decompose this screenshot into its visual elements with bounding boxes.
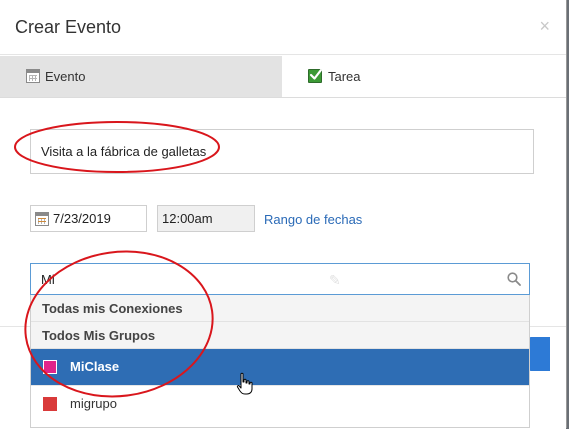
event-type-tabs: Evento Tarea	[0, 56, 566, 98]
dropdown-item-migrupo[interactable]: migrupo	[31, 385, 529, 421]
audience-search-input[interactable]	[31, 264, 501, 294]
tab-tarea[interactable]: Tarea	[282, 56, 566, 97]
audience-search-box[interactable]: ✎	[30, 263, 530, 295]
dropdown-item-label: migrupo	[70, 396, 117, 411]
create-event-dialog: Crear Evento × Evento Tarea Rango de fec…	[0, 0, 567, 429]
date-input[interactable]	[51, 206, 147, 231]
tab-label: Evento	[45, 69, 86, 84]
dialog-header: Crear Evento ×	[0, 0, 566, 55]
date-picker[interactable]	[30, 205, 147, 232]
pencil-icon: ✎	[329, 272, 341, 288]
date-range-link[interactable]: Rango de fechas	[264, 212, 362, 227]
dialog-title: Crear Evento	[15, 17, 122, 37]
dropdown-option-all-groups[interactable]: Todos Mis Grupos	[31, 322, 529, 349]
group-color-swatch	[43, 397, 57, 411]
time-input[interactable]	[157, 205, 255, 232]
dropdown-item-label: MiClase	[70, 359, 120, 374]
search-icon[interactable]	[507, 272, 521, 291]
group-color-swatch	[43, 360, 57, 374]
dropdown-item-miclase[interactable]: MiClase	[31, 349, 529, 385]
dropdown-option-all-connections[interactable]: Todas mis Conexiones	[31, 295, 529, 322]
hand-cursor-icon	[236, 372, 254, 401]
tab-evento[interactable]: Evento	[0, 56, 282, 97]
checkbox-checked-icon	[308, 68, 323, 83]
calendar-icon	[26, 69, 40, 83]
calendar-icon[interactable]	[35, 212, 49, 226]
close-icon[interactable]: ×	[539, 16, 550, 36]
audience-dropdown: Todas mis Conexiones Todos Mis Grupos Mi…	[30, 295, 530, 428]
tab-label: Tarea	[328, 69, 361, 84]
save-button[interactable]	[528, 337, 550, 371]
event-title-input[interactable]	[30, 129, 534, 174]
